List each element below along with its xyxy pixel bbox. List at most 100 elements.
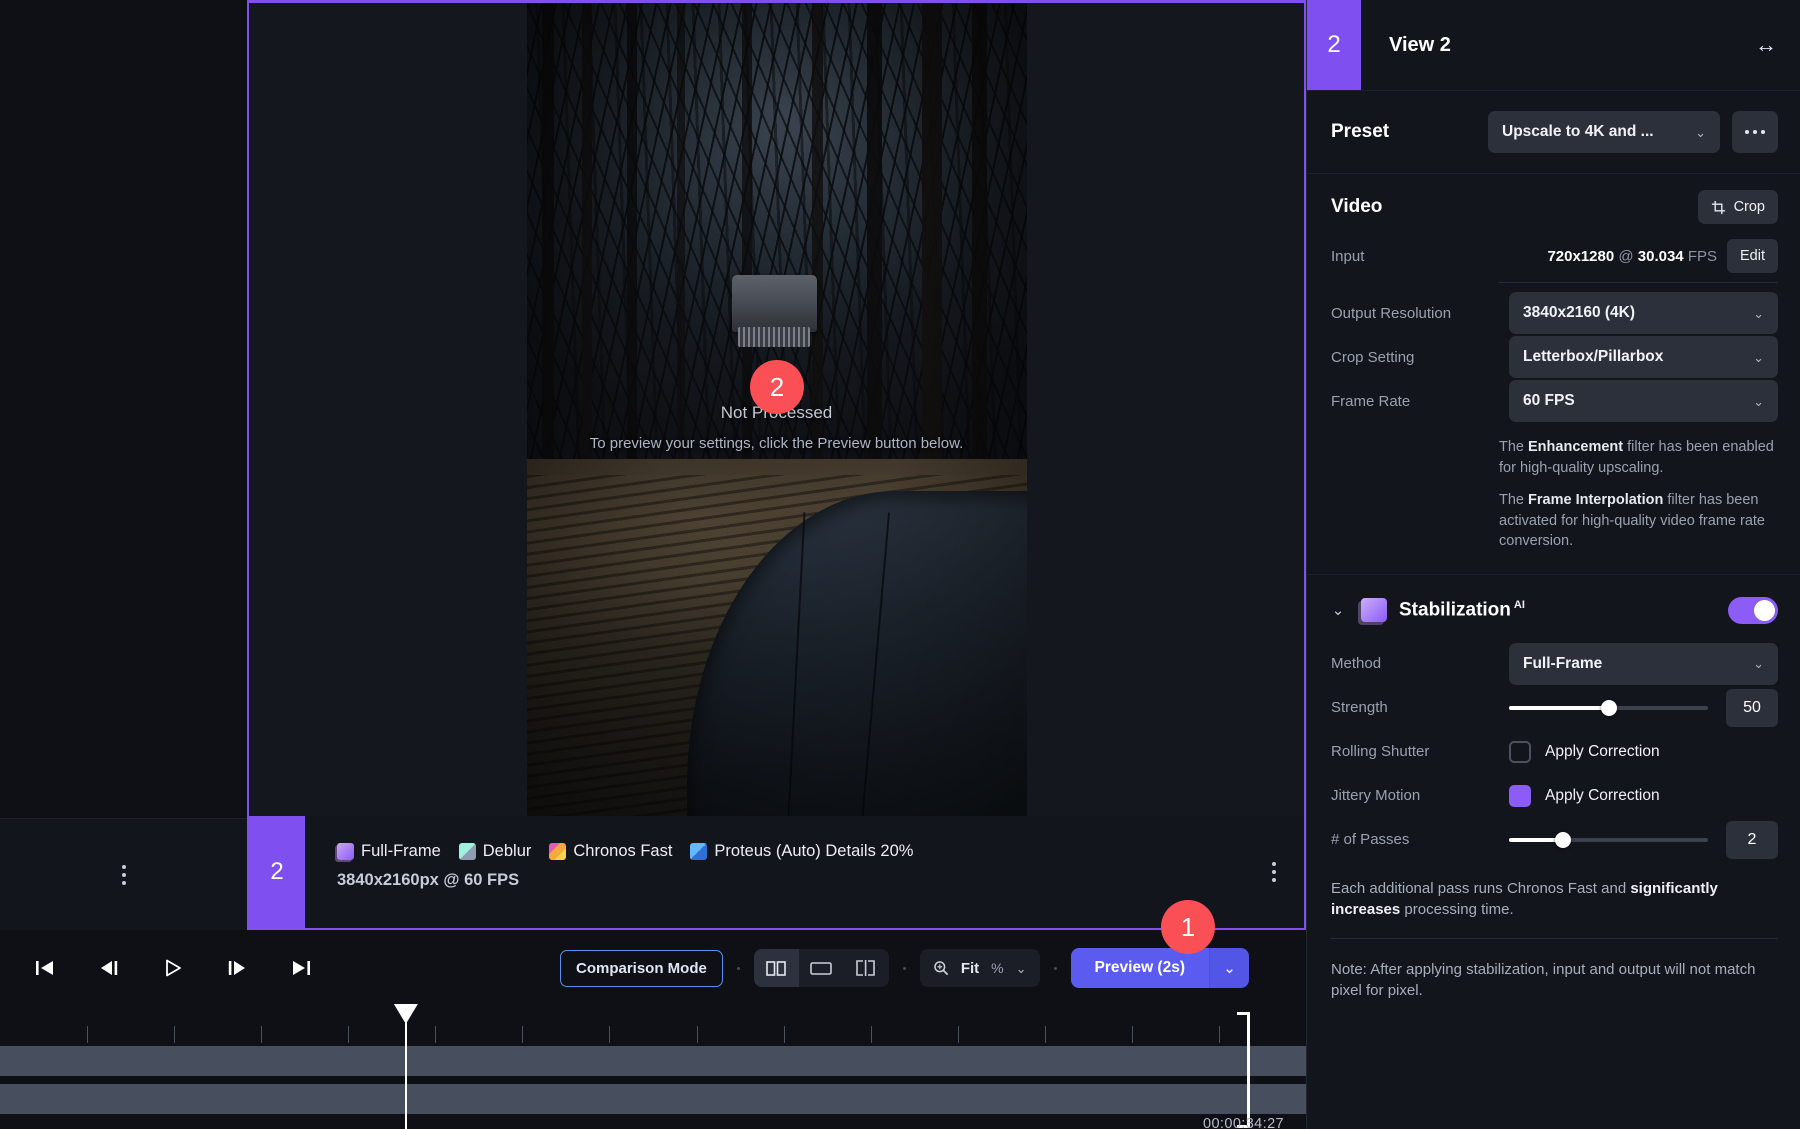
strength-value-input[interactable]: 50 [1726, 689, 1778, 727]
crop-icon [1711, 200, 1726, 215]
zoom-control[interactable]: Fit % ⌄ [920, 949, 1040, 987]
crop-setting-label: Crop Setting [1331, 349, 1499, 366]
output-resolution-value: 3840x2160 (4K) [1523, 304, 1743, 322]
playhead[interactable] [405, 1018, 407, 1129]
stabilization-label: Stabilization [1399, 600, 1511, 621]
passes-slider-wrap: 2 [1509, 821, 1778, 859]
chevron-down-icon: ⌄ [1695, 126, 1706, 139]
strength-slider[interactable] [1509, 706, 1708, 710]
slider-fill [1509, 706, 1609, 710]
passes-note-pre: Each additional pass runs Chronos Fast a… [1331, 880, 1630, 897]
skip-to-end-button[interactable] [282, 949, 320, 987]
jittery-motion-label: Jittery Motion [1331, 787, 1499, 804]
panel-body: Preset Upscale to 4K and ... ⌄ Video Cro… [1307, 91, 1800, 1129]
skip-to-start-button[interactable] [26, 949, 64, 987]
chevron-down-icon: ⌄ [1753, 307, 1764, 320]
ruler-tick [348, 1026, 349, 1043]
left-view-options[interactable] [0, 818, 247, 930]
note-pre: The [1499, 439, 1528, 455]
rolling-shutter-checkbox-row[interactable]: Apply Correction [1509, 741, 1778, 763]
passes-slider[interactable] [1509, 838, 1708, 842]
method-value: Full-Frame [1523, 655, 1743, 673]
ruler-tick [871, 1026, 872, 1043]
filter-chip-list: Full-Frame Deblur Chronos Fast [337, 842, 1244, 861]
ruler-tick [174, 1026, 175, 1043]
output-resolution-summary: 3840x2160px @ 60 FPS [337, 871, 1244, 890]
single-view-button[interactable] [799, 949, 844, 987]
preview-options-button[interactable]: ⌄ [1209, 948, 1249, 988]
rolling-shutter-checkbox[interactable] [1509, 741, 1531, 763]
frame-interpolation-note: The Frame Interpolation filter has been … [1499, 490, 1778, 552]
stabilization-toggle[interactable] [1728, 597, 1778, 624]
viewer-toolbar: Comparison Mode Fit [560, 948, 1249, 988]
preset-value: Upscale to 4K and ... [1502, 123, 1685, 141]
stabilization-header[interactable]: ⌄ StabilizationAI [1307, 575, 1800, 642]
output-resolution-select[interactable]: 3840x2160 (4K) ⌄ [1509, 292, 1778, 334]
callout-badge-2: 2 [750, 360, 804, 414]
view-index-badge: 2 [249, 816, 305, 928]
chevron-down-icon[interactable]: ⌄ [1327, 601, 1349, 619]
step-forward-button[interactable] [218, 949, 256, 987]
range-end-handle[interactable] [1234, 1012, 1250, 1128]
view-options-button[interactable] [1244, 816, 1304, 928]
input-resolution: 720x1280 [1547, 248, 1614, 265]
preview-button[interactable]: Preview (2s) [1071, 948, 1209, 988]
jittery-motion-row: Jittery Motion Apply Correction [1331, 774, 1778, 818]
play-button[interactable] [154, 949, 192, 987]
chevron-down-icon: ⌄ [1223, 961, 1236, 976]
single-view-icon [810, 961, 832, 976]
stabilization-footer-note: Note: After applying stabilization, inpu… [1307, 955, 1800, 1001]
video-section: Video Crop Input 720x1280 @ 30.034 FPS E… [1307, 174, 1800, 575]
timeline-track-audio[interactable] [0, 1084, 1306, 1114]
slider-knob[interactable] [1601, 700, 1617, 716]
slider-knob[interactable] [1555, 832, 1571, 848]
playhead-handle-icon[interactable] [394, 1004, 418, 1022]
strength-row: Strength 50 [1331, 686, 1778, 730]
jittery-motion-checkbox[interactable] [1509, 785, 1531, 807]
chronos-icon [549, 843, 566, 860]
split-view-button[interactable] [754, 949, 799, 987]
timeline-track-video[interactable] [0, 1046, 1306, 1076]
video-section-header: Video Crop [1331, 190, 1778, 224]
preset-row: Preset Upscale to 4K and ... ⌄ [1307, 91, 1800, 174]
zoom-value: Fit [961, 960, 979, 977]
divider [1499, 282, 1778, 283]
skip-end-icon [290, 958, 312, 978]
viewer-area: Not Processed To preview your settings, … [0, 0, 1306, 932]
crop-setting-select[interactable]: Letterbox/Pillarbox ⌄ [1509, 336, 1778, 378]
chevron-down-icon: ⌄ [1753, 657, 1764, 670]
step-back-button[interactable] [90, 949, 128, 987]
expand-horizontal-icon[interactable]: ↔ [1732, 0, 1800, 90]
kebab-icon[interactable] [1272, 862, 1276, 882]
passes-value-input[interactable]: 2 [1726, 821, 1778, 859]
method-select[interactable]: Full-Frame ⌄ [1509, 643, 1778, 685]
video-section-title: Video [1331, 196, 1698, 218]
preset-more-options-button[interactable] [1732, 111, 1778, 153]
comparison-mode-button[interactable]: Comparison Mode [560, 950, 723, 987]
side-by-side-button[interactable] [844, 949, 889, 987]
panel-header: 2 View 2 ↔ [1307, 0, 1800, 91]
frame-rate-select[interactable]: 60 FPS ⌄ [1509, 380, 1778, 422]
kebab-icon[interactable] [122, 865, 126, 885]
preset-select[interactable]: Upscale to 4K and ... ⌄ [1488, 111, 1720, 153]
timeline[interactable]: 00:00:34:27 [0, 1004, 1306, 1129]
passes-note: Each additional pass runs Chronos Fast a… [1307, 874, 1800, 920]
view-pane-2[interactable]: Not Processed To preview your settings, … [247, 0, 1306, 930]
note-pre: The [1499, 492, 1528, 508]
ruler-tick [609, 1026, 610, 1043]
crop-button[interactable]: Crop [1698, 190, 1778, 224]
layout-mode-group [754, 949, 889, 987]
toolbar-separator [737, 967, 740, 970]
passes-row: # of Passes 2 [1331, 818, 1778, 862]
filter-label: Full-Frame [361, 842, 441, 861]
filter-chip-proteus: Proteus (Auto) Details 20% [690, 842, 913, 861]
frame-rate-label: Frame Rate [1331, 393, 1499, 410]
edit-input-button[interactable]: Edit [1727, 239, 1778, 273]
chevron-down-icon: ⌄ [1753, 351, 1764, 364]
ruler-tick [958, 1026, 959, 1043]
stabilization-body: Method Full-Frame ⌄ Strength 50 [1307, 642, 1800, 862]
enhancement-note: The Enhancement filter has been enabled … [1499, 437, 1778, 478]
play-icon [162, 958, 184, 978]
filter-chip-full-frame: Full-Frame [337, 842, 441, 861]
jittery-motion-checkbox-row[interactable]: Apply Correction [1509, 785, 1778, 807]
